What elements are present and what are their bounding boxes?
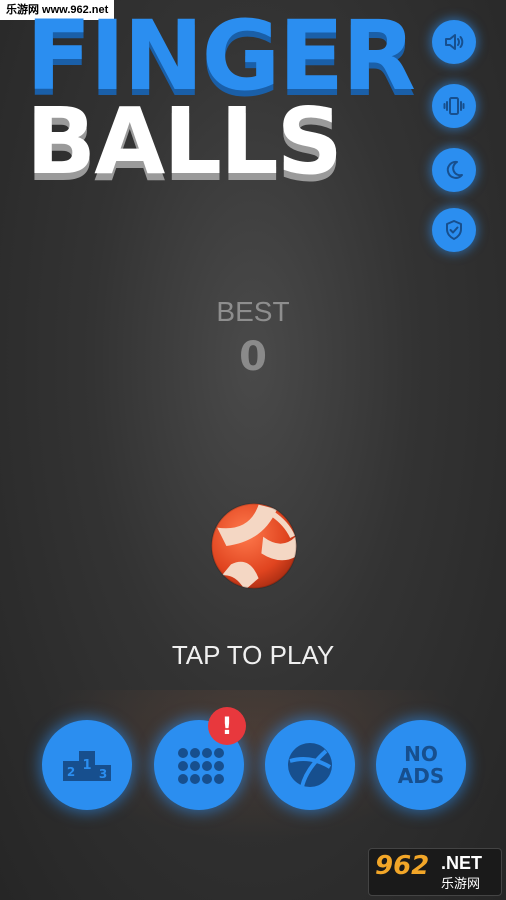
watermark-number: 962 <box>375 851 430 881</box>
tap-to-play-label[interactable]: TAP TO PLAY <box>0 640 506 671</box>
speaker-icon <box>445 34 464 50</box>
vibrate-icon <box>443 97 465 115</box>
shield-check-icon <box>446 220 462 240</box>
no-ads-label: NO ADS <box>397 742 445 788</box>
sound-button[interactable] <box>432 20 476 64</box>
svg-text:1: 1 <box>82 758 91 773</box>
privacy-button[interactable] <box>432 208 476 252</box>
title-balls: BALLS <box>26 88 343 195</box>
moon-icon <box>446 160 463 179</box>
best-label: BEST <box>216 296 290 327</box>
night-mode-button[interactable] <box>432 148 476 192</box>
ball-icon <box>288 743 332 788</box>
watermark-net: .NET <box>441 853 483 873</box>
best-score: 0 <box>239 334 267 380</box>
grid-dots-icon <box>178 748 224 784</box>
watermark-cn: 乐游网 <box>441 877 481 892</box>
notification-badge: ! <box>208 707 246 745</box>
vibration-button[interactable] <box>432 84 476 128</box>
leaderboard-button[interactable]: 1 2 3 <box>42 720 132 810</box>
podium-icon: 1 2 3 <box>63 751 111 781</box>
ball-shop-button[interactable] <box>265 720 355 810</box>
svg-text:3: 3 <box>99 767 107 781</box>
game-screen[interactable]: 乐游网 www.962.net FINGER BALLS BEST 0 TAP … <box>0 0 506 900</box>
no-ads-button[interactable]: NO ADS <box>376 720 466 810</box>
svg-text:2: 2 <box>67 765 75 779</box>
volleyball-icon[interactable] <box>208 500 300 592</box>
watermark-bottom: 962 .NET 乐游网 <box>368 848 502 896</box>
